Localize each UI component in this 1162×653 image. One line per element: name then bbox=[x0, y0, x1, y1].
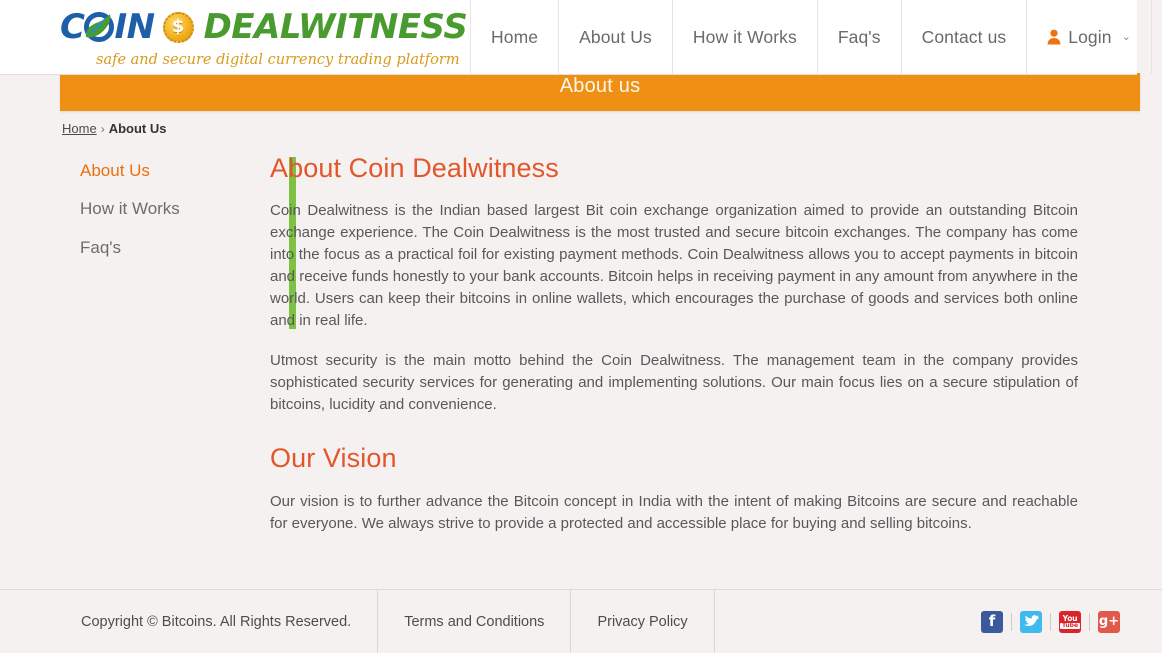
site-footer: Copyright © Bitcoins. All Rights Reserve… bbox=[0, 589, 1162, 653]
secondary-sidebar: About Us How it Works Faq's bbox=[60, 152, 235, 267]
about-paragraph-1: Coin Dealwitness is the Indian based lar… bbox=[270, 202, 1078, 330]
logo-dealwitness-text: DEALWITNESS bbox=[203, 7, 468, 47]
page-title: About us bbox=[559, 74, 641, 97]
vision-section-heading: Our Vision bbox=[270, 443, 397, 474]
twitter-icon[interactable] bbox=[1020, 610, 1042, 633]
chevron-down-icon: ⌄ bbox=[1121, 30, 1131, 43]
footer-copyright: Copyright © Bitcoins. All Rights Reserve… bbox=[55, 589, 379, 653]
breadcrumb-separator-icon: › bbox=[100, 121, 105, 136]
breadcrumb-home-link[interactable]: Home bbox=[62, 121, 97, 136]
sidebar-item-faqs[interactable]: Faq's bbox=[60, 229, 235, 267]
nav-login-label: Login bbox=[1068, 26, 1112, 47]
logo-leaf-icon bbox=[84, 12, 115, 42]
about-section-heading: About Coin Dealwitness bbox=[270, 153, 559, 183]
main-navigation: Home About Us How it Works Faq's Contact… bbox=[470, 0, 1152, 74]
vision-paragraph: Our vision is to further advance the Bit… bbox=[270, 492, 1078, 532]
breadcrumb: Home › About Us bbox=[62, 121, 166, 136]
brand-logo-row: C IN $ DEALWITNESS bbox=[60, 6, 470, 48]
footer-terms-link[interactable]: Terms and Conditions bbox=[378, 589, 572, 653]
coin-dollar-icon: $ bbox=[162, 11, 194, 43]
nav-item-login[interactable]: Login ⌄ bbox=[1026, 0, 1152, 74]
youtube-tube-text: Tube bbox=[1059, 622, 1081, 630]
sidebar-item-about-us[interactable]: About Us bbox=[60, 152, 235, 190]
page-title-banner: About us bbox=[60, 73, 1140, 111]
youtube-you-text: You bbox=[1062, 613, 1078, 623]
main-content: About Coin Dealwitness Coin Dealwitness … bbox=[270, 152, 1140, 535]
leaf-swoosh-icon bbox=[86, 14, 111, 38]
nav-item-home[interactable]: Home bbox=[470, 0, 558, 74]
footer-privacy-link[interactable]: Privacy Policy bbox=[571, 589, 715, 653]
nav-item-about-us[interactable]: About Us bbox=[558, 0, 672, 74]
brand-tagline: safe and secure digital currency trading… bbox=[96, 52, 460, 68]
sidebar-item-how-it-works[interactable]: How it Works bbox=[60, 190, 235, 228]
youtube-icon[interactable]: You Tube bbox=[1059, 610, 1081, 633]
nav-item-contact-us[interactable]: Contact us bbox=[900, 0, 1027, 74]
footer-links: Copyright © Bitcoins. All Rights Reserve… bbox=[55, 589, 715, 653]
nav-item-how-it-works[interactable]: How it Works bbox=[671, 0, 817, 74]
social-separator bbox=[1011, 612, 1012, 631]
brand-logo[interactable]: C IN $ DEALWITNESS safe and secure digita… bbox=[0, 0, 470, 74]
logo-letters-in: IN bbox=[114, 7, 155, 47]
nav-item-faqs[interactable]: Faq's bbox=[816, 0, 901, 74]
google-plus-icon[interactable]: g+ bbox=[1098, 610, 1120, 633]
site-header: C IN $ DEALWITNESS safe and secure digita… bbox=[0, 0, 1152, 75]
logo-coin-text: C IN bbox=[60, 10, 155, 44]
user-icon bbox=[1047, 29, 1061, 45]
social-links: f You Tube g+ bbox=[981, 610, 1120, 633]
social-separator bbox=[1089, 612, 1090, 631]
social-separator bbox=[1050, 612, 1051, 631]
facebook-icon[interactable]: f bbox=[981, 610, 1003, 633]
breadcrumb-current: About Us bbox=[108, 121, 167, 136]
about-paragraph-2: Utmost security is the main motto behind… bbox=[270, 352, 1078, 414]
twitter-bird-icon bbox=[1023, 615, 1039, 627]
